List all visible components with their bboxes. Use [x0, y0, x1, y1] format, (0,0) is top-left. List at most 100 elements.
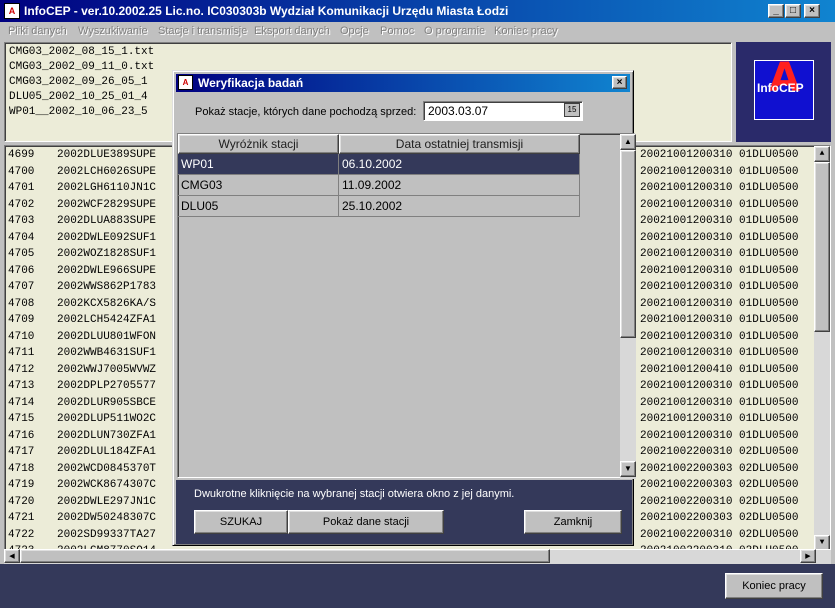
row-tail: 20021001200310 01DLU0500 — [640, 248, 799, 260]
show-station-data-button[interactable]: Pokaż dane stacji — [288, 510, 444, 534]
infocep-logo: A InfoCEP — [754, 55, 814, 120]
maximize-button[interactable]: □ — [785, 4, 801, 18]
search-button[interactable]: SZUKAJ — [194, 510, 288, 534]
station-row[interactable]: DLU05 25.10.2002 — [178, 196, 580, 217]
minimize-button[interactable]: _ — [768, 4, 784, 18]
date-field[interactable]: 2003.03.07 15 — [423, 101, 583, 121]
vertical-scrollbar[interactable]: ▲ ▼ — [814, 146, 830, 549]
scroll-left-icon[interactable]: ◀ — [4, 549, 20, 563]
row-id: 4718 — [8, 462, 35, 475]
row-code: 2002WWJ7005WVWZ — [57, 363, 157, 376]
station-row[interactable]: CMG03 11.09.2002 — [178, 175, 580, 196]
station-id: CMG03 — [178, 175, 339, 196]
row-tail: 20021001200310 01DLU0500 — [640, 281, 799, 293]
row-tail: 20021001200310 01DLU0500 — [640, 215, 799, 227]
row-id: 4709 — [8, 314, 35, 326]
row-code: 2002WWB4631SUF1 — [57, 347, 157, 359]
file-item[interactable]: CMG03_2002_08_15_1.txt — [9, 45, 727, 60]
row-code: 2002LCH6026SUPE — [57, 165, 157, 178]
row-id: 4722 — [8, 528, 35, 541]
dialog-scroll-down-icon[interactable]: ▼ — [620, 461, 636, 477]
close-dialog-button[interactable]: Zamknij — [524, 510, 622, 534]
row-code: 2002WWS862P1783 — [57, 281, 157, 293]
row-id: 4699 — [8, 149, 35, 161]
row-id: 4704 — [8, 231, 35, 244]
row-id: 4717 — [8, 446, 35, 458]
column-station-id[interactable]: Wyróżnik stacji — [178, 134, 339, 154]
exit-button[interactable]: Koniec pracy — [725, 573, 823, 599]
dialog-titlebar[interactable]: A Weryfikacja badań × — [176, 74, 630, 92]
row-id: 4707 — [8, 281, 35, 293]
row-id: 4710 — [8, 330, 35, 343]
row-id: 4705 — [8, 248, 35, 260]
logo-panel: A InfoCEP — [736, 42, 831, 142]
row-id: 4703 — [8, 215, 35, 227]
row-id: 4702 — [8, 198, 35, 211]
dialog-close-button[interactable]: × — [612, 76, 627, 89]
menu-opcje[interactable]: Opcje — [340, 25, 369, 37]
row-code: 2002DLUP511WO2C — [57, 413, 157, 425]
row-code: 2002DLUR905SBCE — [57, 396, 157, 409]
station-row[interactable]: WP01 06.10.2002 — [178, 154, 580, 175]
row-tail: 20021002200310 02DLU0500 — [640, 528, 799, 541]
menu-pliki-danych[interactable]: Pliki danych — [8, 25, 67, 37]
row-code: 2002KCX5826KA/S — [57, 297, 157, 310]
row-code: 2002DW50248307C — [57, 512, 157, 524]
row-tail: 20021002200310 02DLU0500 — [640, 495, 799, 508]
menu-wyszukiwanie[interactable]: Wyszukiwanie — [78, 25, 148, 37]
row-id: 4719 — [8, 479, 35, 491]
dialog-scroll-thumb[interactable] — [620, 150, 636, 338]
menu-eksport[interactable]: Eksport danych — [254, 25, 330, 37]
scroll-up-icon[interactable]: ▲ — [814, 146, 830, 162]
verification-dialog[interactable]: A Weryfikacja badań × Pokaż stacje, któr… — [172, 70, 636, 546]
row-id: 4721 — [8, 512, 35, 524]
row-code: 2002DWLE297JN1C — [57, 495, 157, 508]
menu-stacje[interactable]: Stacje i transmisje — [158, 25, 247, 37]
row-tail: 20021001200310 01DLU0500 — [640, 182, 799, 194]
row-id: 4714 — [8, 396, 35, 409]
app-titlebar[interactable]: A InfoCEP - ver.10.2002.25 Lic.no. IC030… — [0, 0, 835, 22]
station-date: 06.10.2002 — [339, 154, 580, 175]
close-button[interactable]: × — [804, 4, 820, 18]
row-tail: 20021001200310 01DLU0500 — [640, 198, 799, 211]
row-tail: 20021001200310 01DLU0500 — [640, 231, 799, 244]
dialog-scroll-up-icon[interactable]: ▲ — [620, 134, 636, 150]
scroll-right-icon[interactable]: ▶ — [800, 549, 816, 563]
stations-grid[interactable]: Wyróżnik stacji Data ostatniej transmisj… — [177, 133, 636, 479]
station-date: 11.09.2002 — [339, 175, 580, 196]
row-code: 2002DLUE389SUPE — [57, 149, 157, 161]
row-code: 2002SD99337TA27 — [57, 528, 157, 541]
date-value: 2003.03.07 — [428, 104, 489, 118]
row-id: 4701 — [8, 182, 35, 194]
row-code: 2002DLUN730ZFA1 — [57, 429, 157, 442]
row-tail: 20021001200310 01DLU0500 — [640, 429, 799, 442]
menu-pomoc[interactable]: Pomoc — [380, 25, 414, 37]
menu-bar: Pliki danych Wyszukiwanie Stacje i trans… — [0, 22, 835, 42]
row-id: 4711 — [8, 347, 35, 359]
calendar-icon[interactable]: 15 — [564, 103, 580, 117]
grid-header: Wyróżnik stacji Data ostatniej transmisj… — [178, 134, 580, 154]
scroll-thumb[interactable] — [814, 162, 830, 332]
horizontal-scrollbar[interactable]: ◀ ▶ — [4, 549, 831, 564]
row-code: 2002DPLP2705577 — [57, 380, 157, 392]
dialog-vertical-scrollbar[interactable]: ▲ ▼ — [620, 134, 636, 479]
row-code: 2002WCD0845370T — [57, 462, 157, 475]
row-tail: 20021002200303 02DLU0500 — [640, 479, 799, 491]
row-tail: 20021002200310 02DLU0500 — [640, 543, 798, 549]
row-code: 2002DLUL184ZFA1 — [57, 446, 157, 458]
row-tail: 20021002200303 02DLU0500 — [640, 512, 799, 524]
column-last-transmission[interactable]: Data ostatniej transmisji — [339, 134, 580, 154]
menu-o-programie[interactable]: O programie — [424, 25, 485, 37]
hint-text: Dwukrotne kliknięcie na wybranej stacji … — [194, 488, 515, 500]
row-code: 2002DLUU801WFON — [57, 330, 157, 343]
row-code: 2002WCK8674307C — [57, 479, 157, 491]
row-id: 4716 — [8, 429, 35, 442]
row-id: 4706 — [8, 264, 35, 277]
station-id: WP01 — [178, 154, 339, 175]
row-tail: 20021001200310 01DLU0500 — [640, 314, 799, 326]
row-tail: 20021001200410 01DLU0500 — [640, 363, 799, 376]
menu-koniec-pracy[interactable]: Koniec pracy — [494, 25, 558, 37]
hscroll-thumb[interactable] — [20, 549, 550, 563]
scroll-down-icon[interactable]: ▼ — [814, 535, 830, 549]
row-tail: 20021001200310 01DLU0500 — [640, 330, 799, 343]
